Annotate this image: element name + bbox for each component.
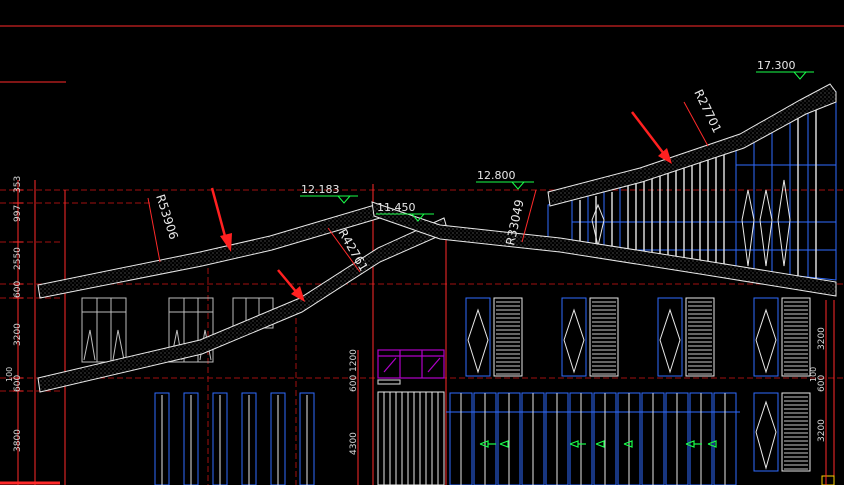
frame-lines xyxy=(0,25,844,485)
arrow-1 xyxy=(210,187,232,252)
radius-label-4: R27701 xyxy=(691,87,724,135)
dim-left-4: 600 xyxy=(13,281,23,298)
dim-left-2: 997 xyxy=(13,205,23,222)
dim-mid-3: 4300 xyxy=(349,432,359,455)
radius-label-1: R53906 xyxy=(153,193,181,242)
arrow-2 xyxy=(277,269,305,302)
cad-elevation-drawing: 353 997 2550 600 3200 100 600 3800 1200 … xyxy=(0,25,844,485)
elevation-label-2: 11.450 xyxy=(377,201,416,214)
dim-right-3: 600 xyxy=(817,375,827,392)
dim-mid-1: 1200 xyxy=(349,349,359,372)
dim-left-7: 600 xyxy=(13,375,23,392)
dim-left-5: 3200 xyxy=(13,323,23,346)
dim-left-1: 353 xyxy=(13,176,23,193)
dim-right-1: 3200 xyxy=(817,327,827,350)
elevation-label-4: 17.300 xyxy=(757,59,796,72)
left-wing-lower-windows xyxy=(154,392,315,485)
dim-right-4: 3200 xyxy=(817,419,827,442)
right-block-upper-windows xyxy=(465,297,811,377)
arrow-3 xyxy=(631,111,672,164)
elevation-label-3: 12.800 xyxy=(477,169,516,182)
dim-mid-2: 600 xyxy=(349,375,359,392)
elevation-labels: 12.183 11.450 12.800 17.300 xyxy=(301,59,796,214)
right-dimension-chain: 3200 100 600 3200 xyxy=(809,300,827,485)
lower-curtain-wall xyxy=(377,391,740,485)
annotation-arrows xyxy=(210,111,672,302)
left-dimension-chain: 353 997 2550 600 3200 100 600 3800 xyxy=(5,176,23,485)
elevation-label-1: 12.183 xyxy=(301,183,340,196)
purple-canopy xyxy=(377,349,445,385)
middle-dimension-chain: 1200 600 4300 xyxy=(349,349,359,485)
dim-left-8: 3800 xyxy=(13,429,23,452)
dim-left-3: 2550 xyxy=(13,247,23,270)
